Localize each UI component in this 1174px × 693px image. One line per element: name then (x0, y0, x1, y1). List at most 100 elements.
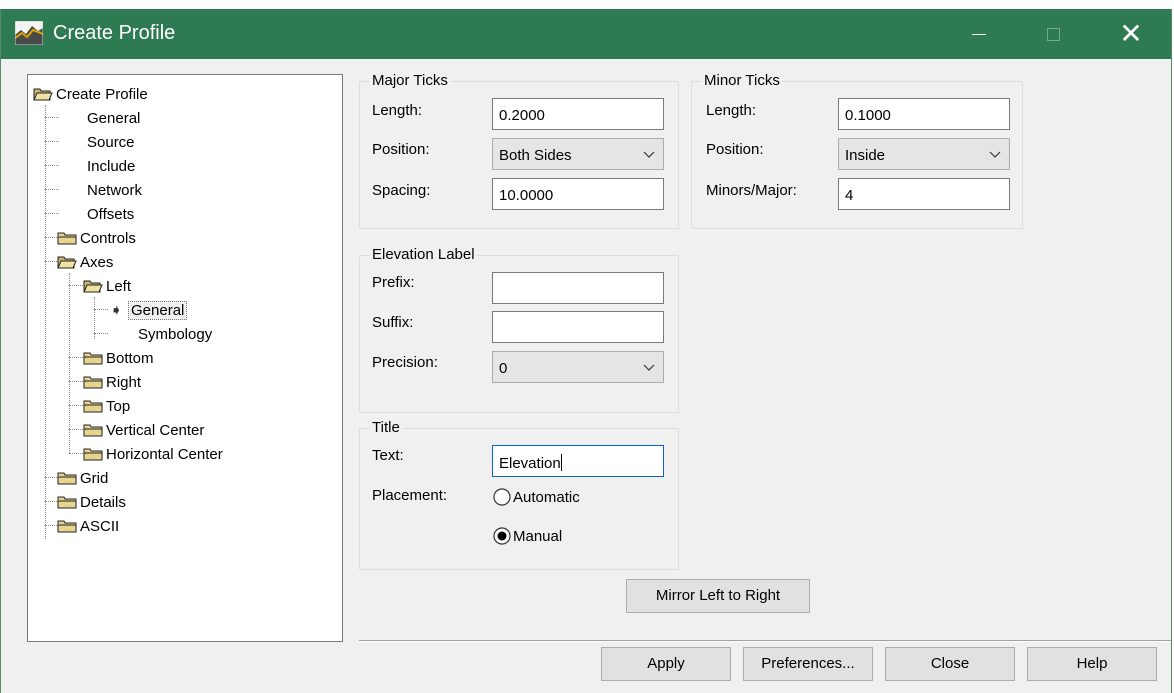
tree-item-general[interactable]: General (87, 108, 140, 130)
preferences-button[interactable]: Preferences... (743, 647, 873, 681)
tree-item-create-profile[interactable]: Create Profile (33, 84, 148, 106)
prefix-label: Prefix: (372, 274, 415, 291)
mirror-left-to-right-button[interactable]: Mirror Left to Right (626, 579, 810, 613)
minor-ticks-group: Minor Ticks Length: 0.1000 Position: Ins… (691, 72, 1023, 229)
tree-item-vertical-center[interactable]: Vertical Center (83, 420, 204, 442)
folder-icon (83, 400, 103, 413)
major-position-value: Both Sides (499, 147, 572, 164)
precision-value: 0 (499, 360, 508, 377)
apply-button[interactable]: Apply (601, 647, 731, 681)
separator (359, 640, 1171, 642)
major-position-label: Position: (372, 141, 430, 158)
precision-select[interactable]: 0 (492, 351, 664, 383)
minor-position-value: Inside (845, 147, 886, 164)
tree-item-horizontal-center[interactable]: Horizontal Center (83, 444, 223, 466)
open-folder-icon (83, 280, 103, 293)
window-title: Create Profile (53, 22, 176, 44)
tree-item-ascii[interactable]: ASCII (57, 516, 119, 538)
open-folder-icon (33, 88, 53, 101)
tree-item-offsets[interactable]: Offsets (87, 204, 134, 226)
prefix-input[interactable] (492, 272, 664, 304)
folder-icon (83, 424, 103, 437)
radio-unchecked-icon (493, 488, 511, 506)
placement-label: Placement: (372, 487, 448, 504)
tree-item-label: Horizontal Center (106, 446, 223, 463)
settings-tree[interactable]: Create Profile General Source Include Ne… (27, 74, 343, 642)
automatic-label: Automatic (513, 489, 580, 506)
tree-item-label: Vertical Center (106, 422, 205, 439)
tree-item-label: Right (106, 374, 142, 391)
minor-position-select[interactable]: Inside (838, 138, 1010, 170)
arrow-right-icon: ➧ (110, 302, 123, 319)
minor-position-label: Position: (706, 141, 764, 158)
suffix-input[interactable] (492, 311, 664, 343)
tree-item-right[interactable]: Right (83, 372, 141, 394)
close-button[interactable]: Close (885, 647, 1015, 681)
tree-item-axes[interactable]: Axes (57, 252, 113, 274)
tree-item-source[interactable]: Source (87, 132, 135, 154)
tree-item-label: Left (106, 278, 132, 295)
folder-icon (57, 520, 77, 533)
title-text-input[interactable]: Elevation (492, 445, 664, 477)
folder-icon (83, 352, 103, 365)
title-text-value: Elevation (499, 455, 561, 472)
folder-icon (57, 496, 77, 509)
radio-checked-icon (493, 527, 511, 545)
maximize-icon (1046, 27, 1060, 41)
close-window-button[interactable]: ✕ (1101, 9, 1161, 59)
title-bar[interactable]: Create Profile ✕ (1, 9, 1171, 59)
tree-item-label: General (87, 110, 141, 127)
major-position-select[interactable]: Both Sides (492, 138, 664, 170)
tree-item-label: Bottom (106, 350, 154, 367)
folder-icon (83, 376, 103, 389)
tree-item-network[interactable]: Network (87, 180, 142, 202)
group-legend: Elevation Label (370, 246, 477, 263)
folder-icon (57, 232, 77, 245)
tree-item-label: Controls (80, 230, 136, 247)
tree-item-grid[interactable]: Grid (57, 468, 108, 490)
tree-item-top[interactable]: Top (83, 396, 130, 418)
tree-item-label: Create Profile (56, 86, 148, 103)
manual-label: Manual (513, 528, 563, 545)
minimize-button[interactable] (949, 9, 1009, 59)
minor-length-input[interactable]: 0.1000 (838, 98, 1010, 130)
tree-item-left[interactable]: Left (83, 276, 131, 298)
help-button[interactable]: Help (1027, 647, 1157, 681)
tree-item-include[interactable]: Include (87, 156, 135, 178)
automatic-radio[interactable]: Automatic (493, 487, 580, 509)
tree-item-label: Symbology (138, 326, 213, 343)
chevron-down-icon (643, 151, 655, 158)
create-profile-dialog: Create Profile ✕ Create Profile General … (0, 9, 1172, 693)
major-ticks-group: Major Ticks Length: 0.2000 Position: Bot… (359, 72, 679, 229)
tree-item-details[interactable]: Details (57, 492, 126, 514)
folder-icon (83, 448, 103, 461)
group-legend: Minor Ticks (702, 72, 782, 89)
tree-item-label: Axes (80, 254, 114, 271)
tree-item-symbology[interactable]: Symbology (138, 324, 212, 346)
minor-length-label: Length: (706, 102, 757, 119)
major-length-label: Length: (372, 102, 423, 119)
tree-item-label: General (128, 301, 188, 320)
maximize-button (1023, 9, 1083, 59)
tree-item-controls[interactable]: Controls (57, 228, 136, 250)
minors-per-major-label: Minors/Major: (706, 182, 797, 199)
chevron-down-icon (643, 364, 655, 371)
open-folder-icon (57, 256, 77, 269)
tree-item-bottom[interactable]: Bottom (83, 348, 154, 370)
chevron-down-icon (989, 151, 1001, 158)
tree-item-label: Network (87, 182, 143, 199)
tree-item-label: Offsets (87, 206, 135, 223)
manual-radio[interactable]: Manual (493, 526, 562, 548)
major-length-input[interactable]: 0.2000 (492, 98, 664, 130)
folder-icon (57, 472, 77, 485)
tree-item-label: ASCII (80, 518, 120, 535)
text-caret (560, 454, 562, 471)
minors-per-major-input[interactable]: 4 (838, 178, 1010, 210)
tree-item-label: Grid (80, 470, 109, 487)
tree-item-left-general[interactable]: ➧ General (110, 300, 188, 322)
major-spacing-input[interactable]: 10.0000 (492, 178, 664, 210)
tree-item-label: Source (87, 134, 135, 151)
title-text-label: Text: (372, 447, 404, 464)
group-legend: Major Ticks (370, 72, 450, 89)
close-icon: ✕ (1119, 18, 1143, 49)
